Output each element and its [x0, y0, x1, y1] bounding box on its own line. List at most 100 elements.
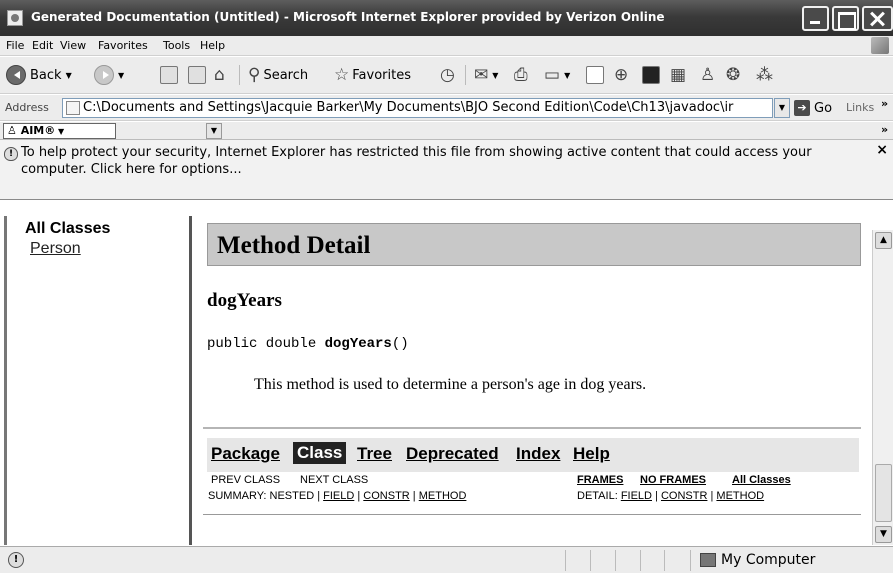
- aim-toolbar: ♙ AIM® ▼ ▼ »: [0, 122, 893, 140]
- scroll-thumb[interactable]: [875, 464, 892, 522]
- back-dropdown-icon[interactable]: ▼: [66, 71, 72, 80]
- favorites-label: Favorites: [352, 67, 411, 83]
- status-panel: [690, 550, 691, 571]
- address-dropdown-icon[interactable]: ▼: [774, 98, 790, 118]
- security-info-bar[interactable]: ! To help protect your security, Interne…: [0, 140, 893, 200]
- back-arrow-icon: [6, 65, 26, 85]
- address-input[interactable]: C:\Documents and Settings\Jacquie Barker…: [62, 98, 773, 118]
- edit-button[interactable]: ▭ ▼: [544, 63, 570, 87]
- forward-button[interactable]: ▼: [94, 63, 124, 87]
- method-detail-header: Method Detail: [207, 223, 861, 266]
- maximize-button[interactable]: [832, 6, 859, 31]
- frames-link[interactable]: FRAMES: [577, 474, 623, 486]
- menu-edit[interactable]: Edit: [32, 39, 53, 52]
- nav-tree[interactable]: Tree: [357, 444, 392, 464]
- summary-constr-link[interactable]: CONSTR: [363, 490, 409, 502]
- javadoc-nav-bar: Package Class Tree Deprecated Index Help: [207, 438, 859, 472]
- home-button[interactable]: ⌂: [214, 63, 225, 87]
- favorites-star-icon: ☆: [334, 65, 350, 85]
- detail-links: DETAIL: FIELD | CONSTR | METHOD: [577, 490, 765, 502]
- menu-tools[interactable]: Tools: [163, 39, 190, 52]
- method-signature: public double dogYears(): [207, 336, 409, 352]
- menu-view[interactable]: View: [60, 39, 86, 52]
- class-detail-frame: Method Detail dogYears public double dog…: [195, 216, 872, 545]
- status-panel: [615, 550, 616, 571]
- nav-help[interactable]: Help: [573, 444, 610, 464]
- chat-button[interactable]: ❂: [726, 63, 740, 87]
- ie-app-icon[interactable]: [7, 10, 23, 26]
- home-icon: ⌂: [214, 65, 225, 85]
- discuss-button[interactable]: [586, 63, 604, 87]
- favorites-button[interactable]: ☆ Favorites: [334, 63, 411, 87]
- info-bar-close-icon[interactable]: ×: [876, 142, 888, 158]
- refresh-icon: [188, 66, 206, 84]
- messenger-icon: ♙: [700, 65, 716, 85]
- links-button[interactable]: Links: [846, 101, 874, 114]
- search-button[interactable]: ⚲ Search: [248, 63, 308, 87]
- summary-method-link[interactable]: METHOD: [419, 490, 467, 502]
- nav-deprecated[interactable]: Deprecated: [406, 444, 499, 464]
- security-shield-icon: !: [4, 147, 18, 161]
- menu-favorites[interactable]: Favorites: [98, 39, 148, 52]
- forward-arrow-icon: [94, 65, 114, 85]
- go-arrow-icon: ➔: [794, 100, 810, 116]
- back-label: Back: [30, 67, 62, 83]
- nav-index[interactable]: Index: [516, 444, 560, 464]
- verizon-icon: [642, 66, 660, 84]
- summary-field-link[interactable]: FIELD: [323, 490, 354, 502]
- scroll-down-icon[interactable]: ▼: [875, 526, 892, 543]
- status-panel: [640, 550, 641, 571]
- links-chevron-icon[interactable]: »: [881, 97, 888, 110]
- address-url: C:\Documents and Settings\Jacquie Barker…: [83, 100, 734, 115]
- close-button[interactable]: [862, 6, 893, 31]
- no-frames-link[interactable]: NO FRAMES: [640, 474, 706, 486]
- scroll-up-icon[interactable]: ▲: [875, 232, 892, 249]
- aim-dropdown-icon[interactable]: ▼: [206, 123, 222, 139]
- nav-package[interactable]: Package: [211, 444, 280, 464]
- method-description: This method is used to determine a perso…: [254, 376, 647, 393]
- method-detail-title: Method Detail: [217, 232, 371, 259]
- mail-button[interactable]: ✉ ▼: [474, 63, 498, 87]
- address-bar: Address C:\Documents and Settings\Jacqui…: [0, 95, 893, 121]
- summary-links: SUMMARY: NESTED | FIELD | CONSTR | METHO…: [208, 490, 467, 502]
- detail-field-link[interactable]: FIELD: [621, 490, 652, 502]
- stop-button[interactable]: [160, 63, 178, 87]
- back-button[interactable]: Back ▼: [6, 63, 72, 87]
- zone-label: My Computer: [721, 552, 816, 568]
- title-bar: Generated Documentation (Untitled) - Mic…: [0, 0, 893, 36]
- messenger-button[interactable]: ♙: [700, 63, 715, 87]
- divider: [203, 427, 861, 429]
- address-label: Address: [5, 101, 49, 114]
- nav-class: Class: [293, 442, 347, 464]
- research-icon: ⊕: [614, 65, 629, 85]
- menu-help[interactable]: Help: [200, 39, 225, 52]
- go-button[interactable]: ➔ Go: [794, 99, 832, 117]
- menu-bar: File Edit View Favorites Tools Help: [0, 36, 893, 56]
- class-link-person[interactable]: Person: [30, 240, 81, 258]
- detail-method-link[interactable]: METHOD: [716, 490, 764, 502]
- search-icon: ⚲: [248, 65, 261, 85]
- aim-button[interactable]: ♙ AIM® ▼: [3, 123, 116, 139]
- all-classes-heading: All Classes: [25, 220, 111, 237]
- history-icon: ◷: [440, 65, 455, 85]
- menu-file[interactable]: File: [6, 39, 24, 52]
- aim-label: AIM®: [20, 124, 56, 137]
- aim-chevron-icon[interactable]: »: [881, 123, 888, 136]
- minimize-button[interactable]: [802, 6, 829, 31]
- vertical-scrollbar[interactable]: ▲ ▼: [872, 230, 893, 545]
- go-label: Go: [814, 100, 833, 116]
- forward-dropdown-icon[interactable]: ▼: [118, 71, 124, 80]
- info-bar-message[interactable]: To help protect your security, Internet …: [21, 144, 861, 178]
- media-button[interactable]: ▦: [670, 63, 686, 87]
- history-button[interactable]: ◷: [440, 63, 455, 87]
- detail-constr-link[interactable]: CONSTR: [661, 490, 707, 502]
- aim-toolbar-button[interactable]: ⁂: [756, 63, 773, 87]
- research-button[interactable]: ⊕: [614, 63, 628, 87]
- windows-logo-icon: [871, 37, 889, 54]
- print-button[interactable]: ⎙: [514, 63, 528, 87]
- security-zone: My Computer: [700, 552, 815, 568]
- refresh-button[interactable]: [188, 63, 206, 87]
- verizon-button[interactable]: [642, 63, 660, 87]
- print-icon: ⎙: [514, 65, 528, 85]
- all-classes-link[interactable]: All Classes: [732, 474, 791, 486]
